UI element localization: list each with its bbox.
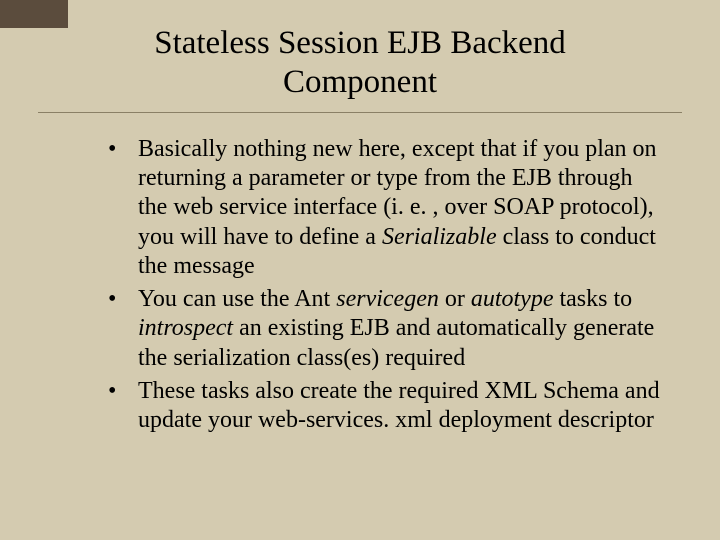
corner-decoration: [0, 0, 68, 28]
text-run: You can use the Ant: [138, 286, 336, 312]
italic-run: servicegen: [336, 286, 439, 312]
text-run: These tasks also create the required XML…: [138, 378, 660, 433]
list-item: Basically nothing new here, except that …: [108, 135, 662, 281]
italic-run: Serializable: [382, 224, 497, 250]
slide: Stateless Session EJB Backend Component …: [0, 0, 720, 540]
text-run: tasks to: [553, 286, 632, 312]
list-item: You can use the Ant servicegen or autoty…: [108, 285, 662, 373]
text-run: or: [439, 286, 471, 312]
italic-run: autotype: [471, 286, 554, 312]
slide-title: Stateless Session EJB Backend Component: [38, 24, 682, 102]
bullet-list: Basically nothing new here, except that …: [38, 135, 682, 436]
italic-run: introspect: [138, 315, 233, 341]
list-item: These tasks also create the required XML…: [108, 377, 662, 436]
title-rule: [38, 112, 682, 113]
